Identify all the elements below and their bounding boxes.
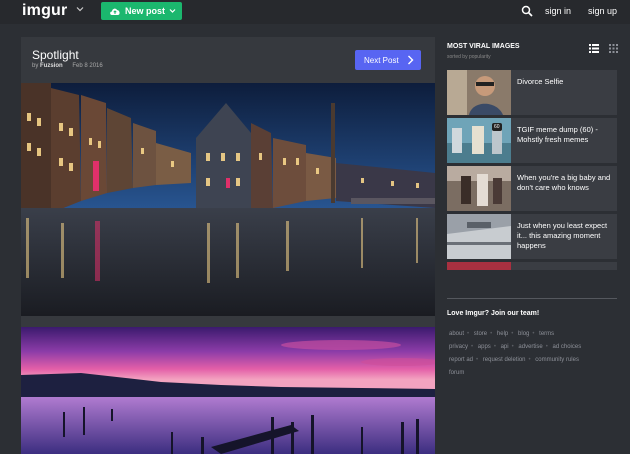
imgur-logo[interactable]: imgur [22,2,67,20]
post-author[interactable]: Fuzsion [40,63,63,69]
footer-row: about • store • help • blog • terms [449,331,624,344]
footer-separator: • [476,357,479,363]
footer-separator: • [467,331,470,337]
viral-thumbnail [447,70,511,115]
viral-item-label: When you're a big baby and don't care wh… [517,173,611,192]
next-post-button[interactable]: Next Post [355,50,421,70]
sidebar-subtitle: sorted by popularity [447,54,491,60]
footer-link-apps[interactable]: apps [478,344,491,350]
footer-link-advertise[interactable]: advertise [518,344,542,350]
footer-link-terms[interactable]: terms [539,331,554,337]
list-view-icon[interactable] [589,44,599,53]
footer-link-privacy[interactable]: privacy [449,344,468,350]
footer-link-report-ad[interactable]: report ad [449,357,473,363]
sidebar-divider [447,298,617,299]
footer-separator: • [532,331,535,337]
viral-thumbnail [447,166,511,211]
viral-item-label: Just when you least expect it... this am… [517,221,608,250]
footer-link-community-rules[interactable]: community rules [535,357,579,363]
footer-link-ad-choices[interactable]: ad choices [553,344,582,350]
viral-item-label: TGIF meme dump (60) - Mohstly fresh meme… [517,125,598,144]
footer-separator: • [511,344,514,350]
footer-link-request-deletion[interactable]: request deletion [483,357,526,363]
footer-separator: • [545,344,548,350]
footer-link-store[interactable]: store [474,331,487,337]
post-meta: by Fuzsion Feb 8 2016 [32,63,103,69]
sign-in-link[interactable]: sign in [545,6,571,16]
join-team-link[interactable]: Love Imgur? Join our team! [447,310,539,317]
post-title: Spotlight [32,48,79,62]
next-post-label: Next Post [364,56,399,65]
new-post-label: New post [125,6,166,16]
post-panel: Spotlight by Fuzsion Feb 8 2016 Next Pos… [21,37,435,454]
footer-link-help[interactable]: help [497,331,508,337]
viral-thumbnail [447,214,511,259]
sidebar-title: MOST VIRAL IMAGES [447,43,520,50]
footer-separator: • [511,331,514,337]
sign-up-link[interactable]: sign up [588,6,617,16]
grid-view-icon[interactable] [609,44,618,53]
footer-separator: • [471,344,474,350]
footer-separator: • [493,344,496,350]
viral-item[interactable]: Divorce Selfie [447,70,617,115]
footer-link-forum[interactable]: forum [449,370,464,376]
cloud-upload-icon [110,8,120,15]
footer-links: about • store • help • blog • terms privacy •… [449,331,624,383]
viral-thumbnail [447,262,511,270]
top-bar: imgur New post sign in sign up [0,0,630,24]
post-image-canal-houses [21,83,435,316]
viral-item[interactable]: 60 TGIF meme dump (60) - Mohstly fresh m… [447,118,617,163]
chevron-down-icon [169,9,176,13]
footer-separator: • [528,357,531,363]
new-post-button[interactable]: New post [101,2,182,20]
footer-link-about[interactable]: about [449,331,464,337]
chevron-right-icon [408,55,414,65]
search-icon[interactable] [521,5,533,17]
footer-link-api[interactable]: api [501,344,509,350]
viral-item-label: Divorce Selfie [517,77,564,86]
viral-item[interactable] [447,262,617,270]
footer-row: forum [449,370,624,383]
viral-item[interactable]: Just when you least expect it... this am… [447,214,617,259]
chevron-down-icon[interactable] [76,5,84,13]
viral-item[interactable]: When you're a big baby and don't care wh… [447,166,617,211]
viral-item-badge: 60 [492,123,502,131]
footer-row: report ad • request deletion • community r… [449,357,624,370]
post-by-prefix: by [32,63,39,69]
footer-row: privacy • apps • api • advertise • ad choice… [449,344,624,357]
footer-separator: • [490,331,493,337]
footer-link-blog[interactable]: blog [518,331,529,337]
post-image-sunset-lake [21,327,435,454]
post-date: Feb 8 2016 [72,63,103,69]
